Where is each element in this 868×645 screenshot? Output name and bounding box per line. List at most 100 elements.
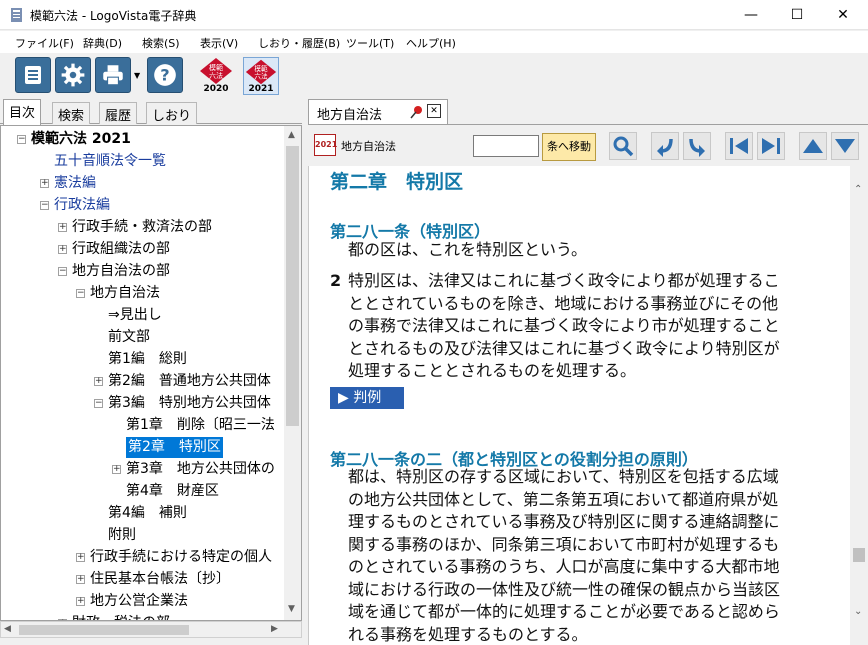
dictionary-2020-button[interactable]: 模範 六法 2020 xyxy=(198,57,234,95)
tree-node[interactable]: 行政組織法の部 xyxy=(72,239,170,260)
doc-scroll-up-icon[interactable]: ⌃ xyxy=(854,184,862,195)
document-tab-close[interactable]: ✕ xyxy=(427,104,441,118)
tree-node[interactable]: 第1章 削除〔昭三一法 xyxy=(126,415,275,436)
jump-to-article-button[interactable]: 条へ移動 xyxy=(542,133,596,161)
settings-button[interactable] xyxy=(55,57,91,93)
tree-expander-icon[interactable]: + xyxy=(76,553,85,562)
tree-vertical-scrollbar[interactable]: ▲ ▼ xyxy=(284,126,301,620)
menu-search[interactable]: 検索(S) xyxy=(142,35,180,51)
book-list-icon xyxy=(25,66,41,84)
next-icon xyxy=(762,138,780,154)
tree-node[interactable]: 第2編 普通地方公共団体 xyxy=(108,371,271,392)
tree-expander-icon[interactable]: + xyxy=(112,465,121,474)
tree-horizontal-scrollbar[interactable]: ◀ ▶ xyxy=(0,621,302,638)
case-law-button[interactable]: ▶ 判例 xyxy=(330,387,404,409)
tree-node[interactable]: 憲法編 xyxy=(54,173,96,194)
contents-tree[interactable]: ▲ ▼ − 模範六法 2021 五十音順法令一覧 + 憲法編 − 行政法編 + 行政手続・救済法… xyxy=(0,125,302,621)
menu-view[interactable]: 表示(V) xyxy=(200,35,238,51)
doc-scroll-thumb[interactable] xyxy=(853,548,865,562)
tree-expander-icon[interactable]: − xyxy=(94,399,103,408)
left-tabs: 目次 検索 履歴 しおり xyxy=(0,99,302,125)
tree-node[interactable]: ⇒見出し xyxy=(108,305,162,326)
tree-node[interactable]: 第2章 特別区 xyxy=(126,437,223,458)
menu-bookmark-history[interactable]: しおり・履歴(B) xyxy=(258,35,340,51)
close-button[interactable]: ✕ xyxy=(820,0,866,30)
tree-node[interactable]: 第4編 補則 xyxy=(108,503,187,524)
forward-button[interactable] xyxy=(683,132,711,160)
svg-text:?: ? xyxy=(160,65,169,84)
tree-expander-icon[interactable]: − xyxy=(40,201,49,210)
tree-node[interactable]: 地方公営企業法 xyxy=(90,591,188,612)
menu-file[interactable]: ファイル(F) xyxy=(15,35,74,51)
scroll-left-icon[interactable]: ◀ xyxy=(4,624,11,634)
article-number-input[interactable] xyxy=(473,135,539,157)
tree-expander-icon[interactable]: + xyxy=(76,597,85,606)
seal-2020-icon: 模範六法 xyxy=(200,58,232,84)
tree-scroll-thumb[interactable] xyxy=(286,146,299,426)
tree-expander-icon[interactable]: + xyxy=(58,223,67,232)
dictionary-2021-button[interactable]: 模範 六法 2021 xyxy=(243,57,279,95)
tree-expander-icon[interactable]: + xyxy=(76,575,85,584)
tree-node[interactable]: 前文部 xyxy=(108,327,150,348)
tree-node[interactable]: 第3章 地方公共団体の xyxy=(126,459,275,480)
paragraph-line: 処理することとされるものを処理する。 xyxy=(348,361,637,380)
document-tab[interactable]: 地方自治法 ✕ xyxy=(308,99,448,124)
tab-bookmarks[interactable]: しおり xyxy=(146,102,198,124)
tree-node[interactable]: 行政法編 xyxy=(54,195,110,216)
print-dropdown-icon[interactable]: ▼ xyxy=(134,71,140,80)
seal-2020-year: 2020 xyxy=(203,84,229,94)
back-button[interactable] xyxy=(651,132,679,160)
tree-node[interactable]: 第4章 財産区 xyxy=(126,481,219,502)
tab-history[interactable]: 履歴 xyxy=(99,102,138,124)
toolbar: ▼ ? 模範 六法 2020 模範 六法 2021 xyxy=(0,53,868,99)
search-button[interactable] xyxy=(609,132,637,160)
scroll-right-icon[interactable]: ▶ xyxy=(271,624,278,634)
tree-node[interactable]: 行政手続・救済法の部 xyxy=(72,217,212,238)
scroll-up-button[interactable] xyxy=(799,132,827,160)
tree-hscroll-thumb[interactable] xyxy=(19,625,189,635)
tree-node[interactable]: 地方自治法の部 xyxy=(72,261,170,282)
menu-tools[interactable]: ツール(T) xyxy=(346,35,394,51)
tree-expander-icon[interactable]: − xyxy=(58,267,67,276)
chapter-heading: 第二章 特別区 xyxy=(330,171,464,193)
pin-icon[interactable] xyxy=(409,105,423,119)
scroll-down-icon[interactable]: ▼ xyxy=(288,604,295,614)
tab-search[interactable]: 検索 xyxy=(52,102,91,124)
document-content: 第二章 特別区 第二八一条（特別区） 都の区は、これを特別区という。 2 特別区… xyxy=(308,166,850,645)
next-item-button[interactable] xyxy=(757,132,785,160)
tree-node[interactable]: 行政手続における特定の個人 xyxy=(90,547,272,568)
paragraph-line: の事務で法律又はこれに基づく政令により市が処理すること xyxy=(348,316,780,335)
tree-node[interactable]: 第3編 特別地方公共団体 xyxy=(108,393,271,414)
tree-expander-icon[interactable]: + xyxy=(58,245,67,254)
title-bar: 模範六法 - LogoVista電子辞典 — ☐ ✕ xyxy=(0,0,868,30)
previous-item-button[interactable] xyxy=(725,132,753,160)
tree-expander-icon[interactable]: + xyxy=(40,179,49,188)
maximize-button[interactable]: ☐ xyxy=(774,0,820,30)
minimize-button[interactable]: — xyxy=(728,0,774,30)
tree-node[interactable]: 住民基本台帳法〔抄〕 xyxy=(90,569,230,590)
menu-dictionary[interactable]: 辞典(D) xyxy=(83,35,122,51)
scroll-down-button[interactable] xyxy=(831,132,859,160)
tree-node[interactable]: 地方自治法 xyxy=(90,283,160,304)
tab-contents[interactable]: 目次 xyxy=(3,99,42,125)
tree-node[interactable]: 第1編 総則 xyxy=(108,349,187,370)
scroll-up-icon[interactable]: ▲ xyxy=(288,130,295,140)
help-button[interactable]: ? xyxy=(147,57,183,93)
tree-expander-icon[interactable]: − xyxy=(76,289,85,298)
doc-scroll-down-icon[interactable]: ⌄ xyxy=(854,606,862,617)
tree-node[interactable]: 模範六法 2021 xyxy=(31,129,131,150)
seal-2021-icon: 模範六法 xyxy=(245,59,277,85)
magnifier-icon xyxy=(613,136,634,157)
print-button[interactable] xyxy=(95,57,131,93)
menu-help[interactable]: ヘルプ(H) xyxy=(406,35,456,51)
tree-node[interactable]: 財政・税法の部 xyxy=(72,613,170,620)
paragraph-line: 理するものとされている事務及び特別区に関する連絡調整に xyxy=(348,512,780,531)
document-vertical-scrollbar[interactable]: ⌃ ⌄ xyxy=(850,166,868,645)
tree-expander-icon[interactable]: + xyxy=(94,377,103,386)
tree-node[interactable]: 五十音順法令一覧 xyxy=(54,151,166,172)
law-name: 地方自治法 xyxy=(341,140,396,153)
tree-expander-icon[interactable]: − xyxy=(17,135,26,144)
svg-text:六法: 六法 xyxy=(209,71,223,80)
tree-node[interactable]: 附則 xyxy=(108,525,136,546)
dictionary-list-button[interactable] xyxy=(15,57,51,93)
